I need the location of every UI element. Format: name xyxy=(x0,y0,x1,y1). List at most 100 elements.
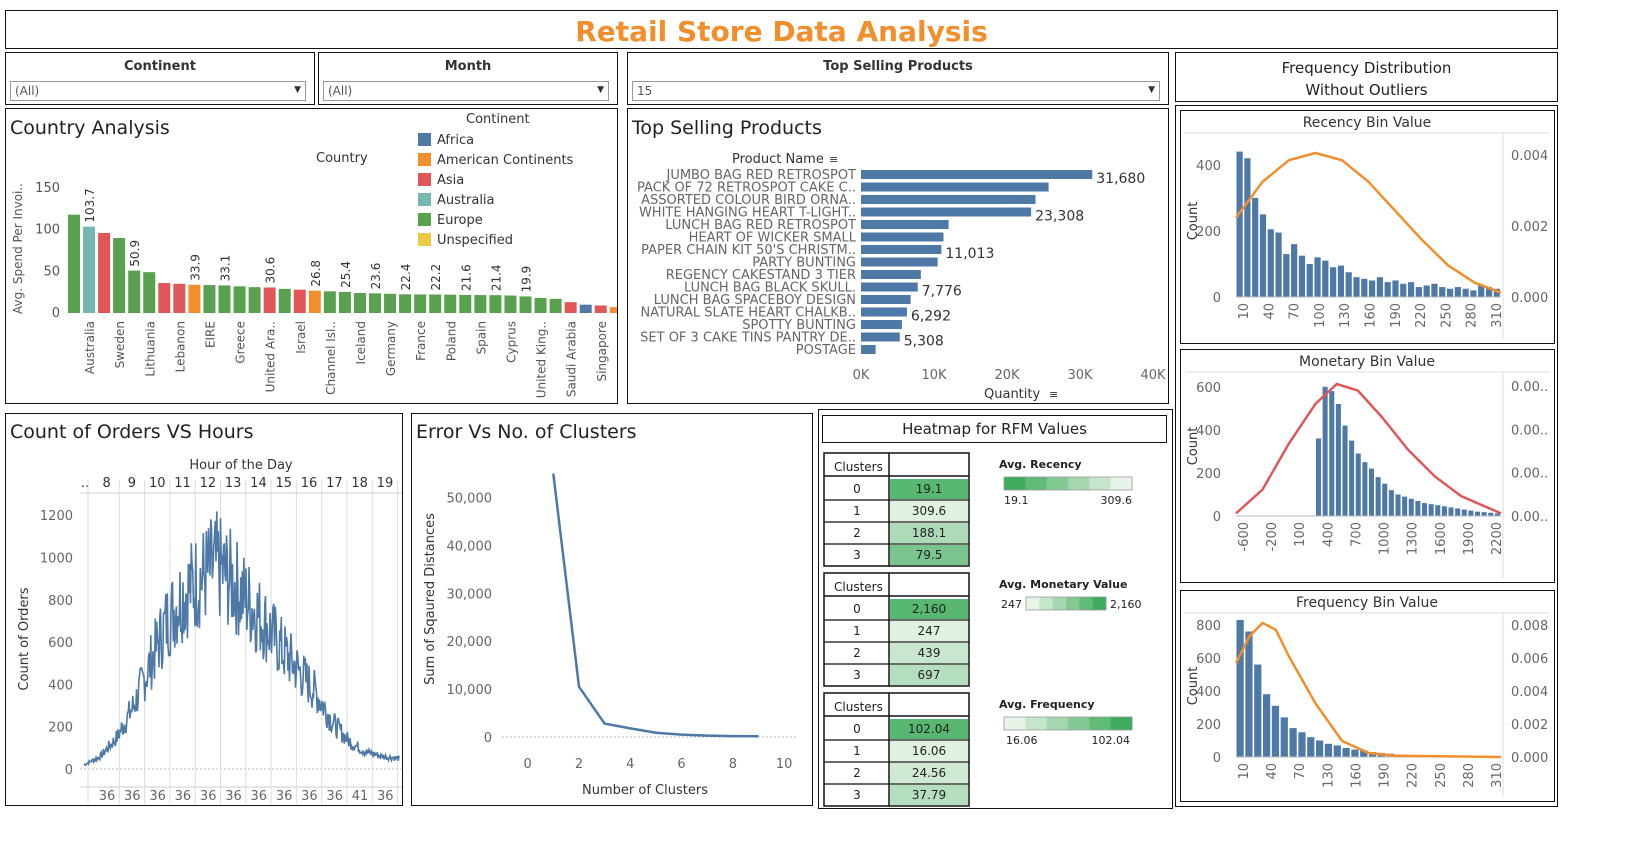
monetary-x-tick: -200 xyxy=(1265,522,1280,552)
frequency-bar xyxy=(1245,631,1253,757)
country-bar xyxy=(293,289,306,313)
heatmap-legend-step xyxy=(1039,597,1054,610)
dashboard-title: Retail Store Data Analysis xyxy=(575,15,988,48)
frequency-y2-tick: 0.008 xyxy=(1511,619,1548,634)
orders-hour-label: 14 xyxy=(250,476,267,491)
heatmap-cell-value: 697 xyxy=(918,668,941,682)
product-bar xyxy=(861,345,876,354)
recency-chart: Recency Bin Value02004000.0000.0020.004C… xyxy=(1185,115,1550,339)
heatmap-cell-value: 247 xyxy=(918,624,941,638)
country-bar xyxy=(188,284,201,313)
heatmap-cluster-id: 3 xyxy=(853,788,861,802)
product-value-label: 11,013 xyxy=(945,246,994,262)
country-bar xyxy=(323,291,336,313)
elbow-chart: 0 10,000 20,000 30,000 40,000 50,000 0 2 4 6 8 10 Nu… xyxy=(423,473,797,798)
heatmap-legend-step xyxy=(1068,717,1090,730)
orders-hour-label: 11 xyxy=(174,476,191,491)
recency-bar xyxy=(1392,280,1399,297)
monetary-bar xyxy=(1461,509,1467,516)
country-bar xyxy=(338,291,351,313)
recency-y2-tick: 0.004 xyxy=(1511,149,1548,164)
frequency-card: Frequency Bin Value 0 200 400 600 800 0.000 0.0… xyxy=(1180,590,1555,802)
orders-y-tick: 800 xyxy=(48,594,73,609)
continent-filter: Continent (All) ▼ xyxy=(5,52,315,105)
month-dropdown[interactable]: (All) ▼ xyxy=(323,81,609,101)
freq-dist-title-line1: Frequency Distribution xyxy=(1281,59,1452,77)
frequency-bar xyxy=(1333,745,1341,757)
monetary-y-tick: 200 xyxy=(1196,467,1221,482)
heatmap-legend-step xyxy=(1046,717,1069,730)
country-y-label: Avg. Spend Per Invoi.. xyxy=(11,183,25,314)
recency-y2-tick: 0.000 xyxy=(1511,291,1548,306)
frequency-bar xyxy=(1316,740,1324,757)
continent-dropdown-value: (All) xyxy=(15,84,40,98)
country-bar xyxy=(113,238,126,313)
frequency-y-tick: 800 xyxy=(1196,619,1221,634)
products-x-title: Quantity xyxy=(984,387,1040,402)
heatmap-cluster-id: 3 xyxy=(853,548,861,562)
top-products-panel: Top Selling Products Product Name ≡ JUMBO … xyxy=(627,108,1169,404)
elbow-x-tick: 10 xyxy=(776,757,793,772)
country-bar xyxy=(429,294,442,313)
monetary-y2-tick: 0.00.. xyxy=(1511,467,1548,482)
recency-bar xyxy=(1259,214,1267,297)
orders-bottom-label: 36 xyxy=(99,789,116,804)
frequency-y-title: Count xyxy=(1186,667,1201,706)
recency-bar xyxy=(1267,229,1274,297)
orders-hour-label: 12 xyxy=(200,476,217,491)
elbow-panel: Error Vs No. of Clusters 0 10,000 20,000 30… xyxy=(411,413,813,806)
recency-bar xyxy=(1462,288,1469,297)
country-bar xyxy=(489,295,502,313)
product-bar xyxy=(861,207,1032,217)
heatmap-cluster-id: 0 xyxy=(853,482,861,496)
product-value-label: 6,292 xyxy=(911,309,951,325)
continent-filter-label: Continent xyxy=(124,59,196,74)
product-name: POSTAGE xyxy=(796,343,856,358)
freq-dist-title-line2: Without Outliers xyxy=(1305,81,1428,99)
orders-bottom-label: 36 xyxy=(225,789,242,804)
orders-y-tick: 600 xyxy=(48,636,73,651)
heatmap-cell-value: 309.6 xyxy=(912,504,946,518)
orders-y-tick: 0 xyxy=(65,763,73,778)
frequency-bar xyxy=(1263,694,1271,757)
country-bar xyxy=(444,294,457,313)
continent-dropdown[interactable]: (All) ▼ xyxy=(10,81,306,101)
elbow-y-tick: 0 xyxy=(484,731,492,746)
country-bar-label: 21.6 xyxy=(459,264,473,291)
country-y-tick: 150 xyxy=(35,181,60,196)
heatmap-legend-step xyxy=(1025,477,1048,490)
frequency-bar xyxy=(1298,732,1306,757)
monetary-bar xyxy=(1388,490,1394,516)
country-bar-label: 50.9 xyxy=(128,240,142,267)
frequency-y2-tick: 0.000 xyxy=(1511,751,1548,766)
country-bar-label: 22.4 xyxy=(399,264,413,291)
heatmap-cell-value: 19.1 xyxy=(916,482,943,496)
orders-y-tick: 1000 xyxy=(40,551,73,566)
recency-x-tick: 130 xyxy=(1338,303,1353,328)
monetary-x-tick: 700 xyxy=(1349,522,1364,547)
frequency-bar xyxy=(1289,728,1297,757)
recency-bar xyxy=(1236,151,1243,297)
top-products-dropdown[interactable]: 15 ▼ xyxy=(632,81,1160,101)
heatmap-legend-min: 19.1 xyxy=(1004,494,1029,507)
monetary-x-tick: 1900 xyxy=(1462,522,1477,555)
monetary-bar xyxy=(1428,504,1434,516)
monetary-bar xyxy=(1481,512,1487,516)
orders-hour-label: 10 xyxy=(149,476,166,491)
country-bar xyxy=(474,295,487,313)
sort-icon: ≡ xyxy=(1049,388,1058,401)
country-category-label: United King.. xyxy=(535,321,549,398)
country-bar xyxy=(158,283,171,313)
recency-bar xyxy=(1376,277,1383,297)
frequency-chart: Frequency Bin Value02004006008000.0000.0… xyxy=(1185,595,1550,797)
heatmap-cluster-id: 0 xyxy=(853,602,861,616)
country-legend-label: American Continents xyxy=(437,153,574,168)
heatmap-legend-title: Avg. Frequency xyxy=(999,698,1095,711)
country-bar-label: 103.7 xyxy=(83,188,97,222)
country-legend-label: Africa xyxy=(437,133,474,148)
elbow-x-tick: 2 xyxy=(575,757,583,772)
monetary-bar xyxy=(1395,494,1401,516)
country-bar xyxy=(399,294,412,313)
country-category-label: Saudi Arabia xyxy=(565,321,579,397)
orders-bottom-label: 36 xyxy=(175,789,192,804)
